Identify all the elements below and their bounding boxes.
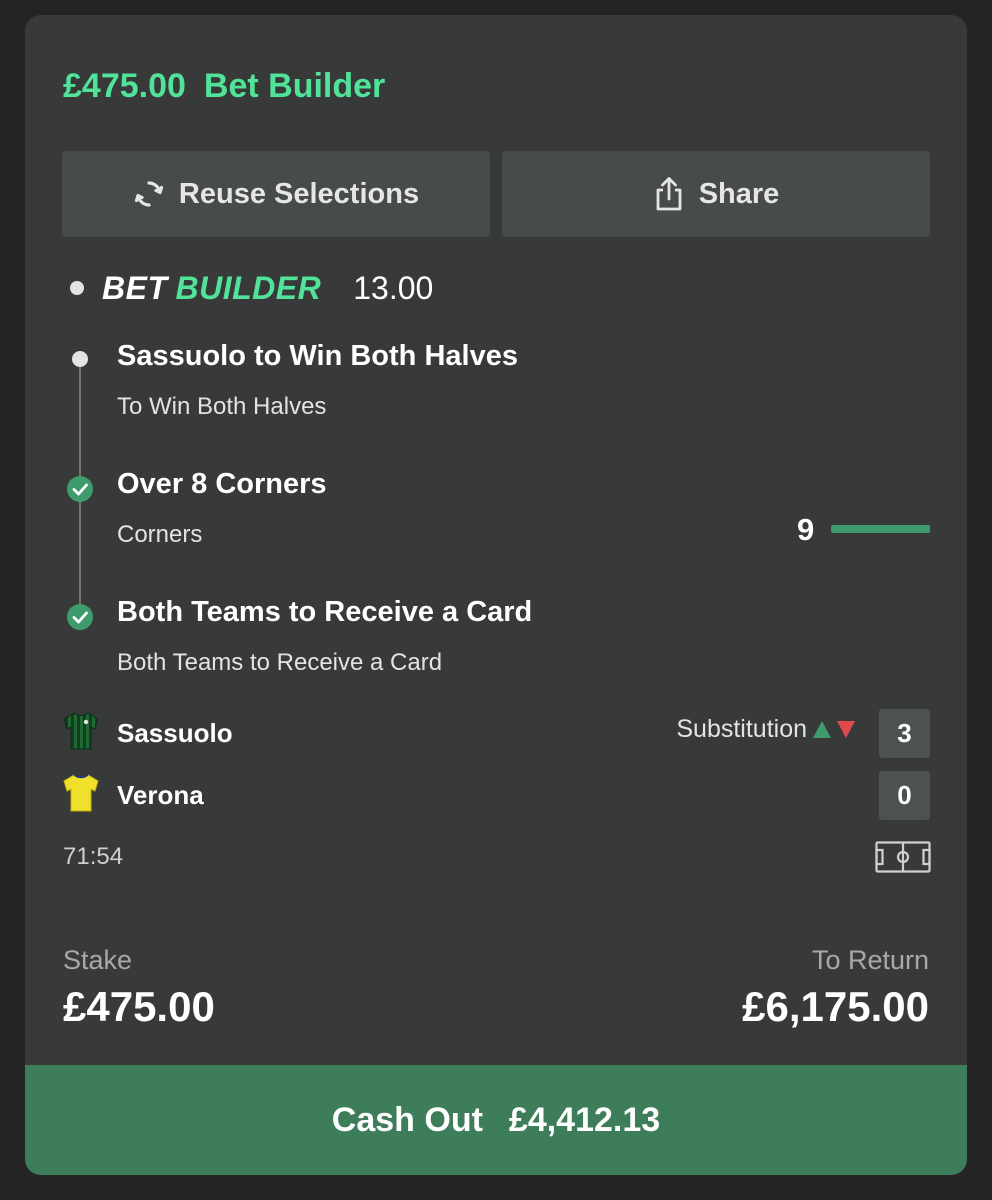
match-clock: 71:54 [63, 843, 124, 870]
corners-progress-bar [831, 525, 930, 533]
share-icon [653, 176, 685, 212]
cash-out-button[interactable]: Cash Out £4,412.13 [25, 1065, 967, 1175]
header-title: Bet Builder [203, 67, 386, 105]
cash-out-label: Cash Out [331, 1100, 483, 1139]
bet-builder-row: BET BUILDER 13.00 [70, 267, 433, 309]
selection-title: Sassuolo to Win Both Halves [117, 340, 518, 372]
selection-market: Corners [117, 521, 203, 548]
pending-dot-icon [67, 346, 93, 372]
header-stake: £475.00 [63, 67, 186, 105]
home-team-row: Sassuolo [62, 711, 233, 755]
selection-title: Both Teams to Receive a Card [117, 596, 533, 628]
stake-value: £475.00 [63, 983, 215, 1030]
to-return-label: To Return [811, 945, 929, 975]
corners-progress-value: 9 [797, 512, 815, 547]
selection-market: To Win Both Halves [117, 393, 327, 420]
logo-bet-text: BET [102, 269, 168, 306]
arrow-down-icon [837, 721, 855, 738]
logo-builder-text: BUILDER [175, 269, 322, 306]
arrow-up-icon [813, 721, 831, 738]
share-label: Share [698, 177, 780, 210]
bet-builder-dot [70, 281, 84, 295]
cash-out-amount: £4,412.13 [508, 1100, 661, 1139]
check-icon [67, 476, 93, 502]
verona-kit-icon [62, 773, 100, 818]
stake-label: Stake [63, 945, 133, 975]
reuse-selections-button[interactable]: Reuse Selections [62, 151, 490, 237]
match-event-label: Substitution [676, 715, 807, 743]
home-score: 3 [879, 709, 930, 758]
bet-header: £475.00 Bet Builder [63, 67, 385, 106]
bet-card: £475.00 Bet Builder Reuse Selections Shar… [25, 15, 967, 1175]
away-team-row: Verona [62, 773, 204, 817]
home-team-name: Sassuolo [117, 717, 233, 748]
match-event: Substitution [676, 715, 855, 744]
bet-builder-odds: 13.00 [353, 269, 434, 306]
refresh-icon [133, 178, 165, 210]
away-score: 0 [879, 771, 930, 820]
share-button[interactable]: Share [502, 151, 930, 237]
away-team-name: Verona [117, 779, 204, 810]
to-return-value: £6,175.00 [742, 983, 929, 1030]
selection-title: Over 8 Corners [117, 468, 327, 500]
sassuolo-kit-icon [62, 711, 100, 756]
check-icon [67, 604, 93, 630]
reuse-selections-label: Reuse Selections [178, 177, 420, 210]
pitch-icon[interactable] [875, 841, 931, 878]
selection-market: Both Teams to Receive a Card [117, 649, 443, 676]
bet-builder-logo: BET BUILDER [102, 270, 321, 307]
